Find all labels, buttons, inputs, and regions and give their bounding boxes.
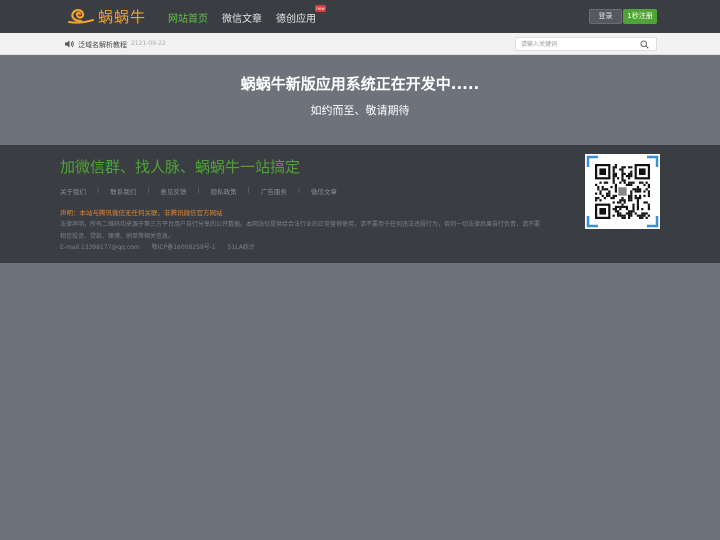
site-logo[interactable]: 蜗蜗牛 [68,5,146,27]
qr-code-icon [586,155,659,228]
snail-logo-icon [68,9,94,24]
notice-date: 2121-09-22 [131,40,166,47]
hero-banner: 蜗蜗牛新版应用系统正在开发中..... 如约而至、敬请期待 [0,56,720,145]
register-button[interactable]: 1秒注册 [623,9,657,24]
footer-email: E-mail:13398177@qq.com [60,244,140,251]
search-box [515,37,657,51]
link-separator: | [197,186,200,194]
link-separator: | [147,186,150,194]
footer-link-ads[interactable]: 广告服务 [261,186,287,196]
qr-code [585,154,660,229]
nav-item-home[interactable]: 网站首页 [168,10,208,25]
footer-links: 关于我们 | 联系我们 | 意见反馈 | 隐私政策 | 广告服务 | 微信文章 [60,186,337,196]
speaker-icon [65,40,74,48]
top-nav-bar: 蜗蜗牛 网站首页 微信文章 德创应用 new 登录 1秒注册 [0,0,720,33]
nav-item-wechat-articles[interactable]: 微信文章 [222,10,262,25]
footer-link-wechat-articles[interactable]: 微信文章 [311,186,337,196]
hero-subtitle: 如约而至、敬请期待 [310,104,410,117]
search-icon[interactable] [640,40,649,49]
footer-link-about[interactable]: 关于我们 [60,186,86,196]
link-separator: | [297,186,301,194]
footer-legal-notice: 法律声明，所有二维码均来源于第三方平台用户自行分享的公开数据。本网站仅提供给合法… [60,221,541,240]
footer-link-privacy[interactable]: 隐私政策 [211,186,237,196]
login-button[interactable]: 登录 [589,9,622,24]
page-background [0,263,720,540]
search-input[interactable] [521,40,631,49]
notice-link[interactable]: 泛域名解析教程 [78,40,127,50]
footer-link-contact[interactable]: 联系我们 [110,186,136,196]
link-separator: | [97,186,100,194]
footer-stats[interactable]: 51LA统计 [228,244,255,251]
logo-text: 蜗蜗牛 [98,7,147,26]
footer-contact: E-mail:13398177@qq.com 鄂ICP备16008259号-1 … [60,242,265,251]
footer-slogan: 加微信群、找人脉、蜗蜗牛一站搞定 [60,158,301,176]
footer: 加微信群、找人脉、蜗蜗牛一站搞定 关于我们 | 联系我们 | 意见反馈 | 隐私政策 |… [0,145,720,263]
nav-item-dechuang-apps[interactable]: 德创应用 [276,10,316,25]
hero-title: 蜗蜗牛新版应用系统正在开发中..... [240,75,480,93]
new-badge: new [315,5,326,12]
footer-link-feedback[interactable]: 意见反馈 [160,186,186,196]
footer-icp[interactable]: 鄂ICP备16008259号-1 [152,244,216,251]
link-separator: | [247,186,250,194]
footer-declaration: 声明：本站与腾讯微信无任何关联，非腾讯微信官方网站 [60,209,223,217]
